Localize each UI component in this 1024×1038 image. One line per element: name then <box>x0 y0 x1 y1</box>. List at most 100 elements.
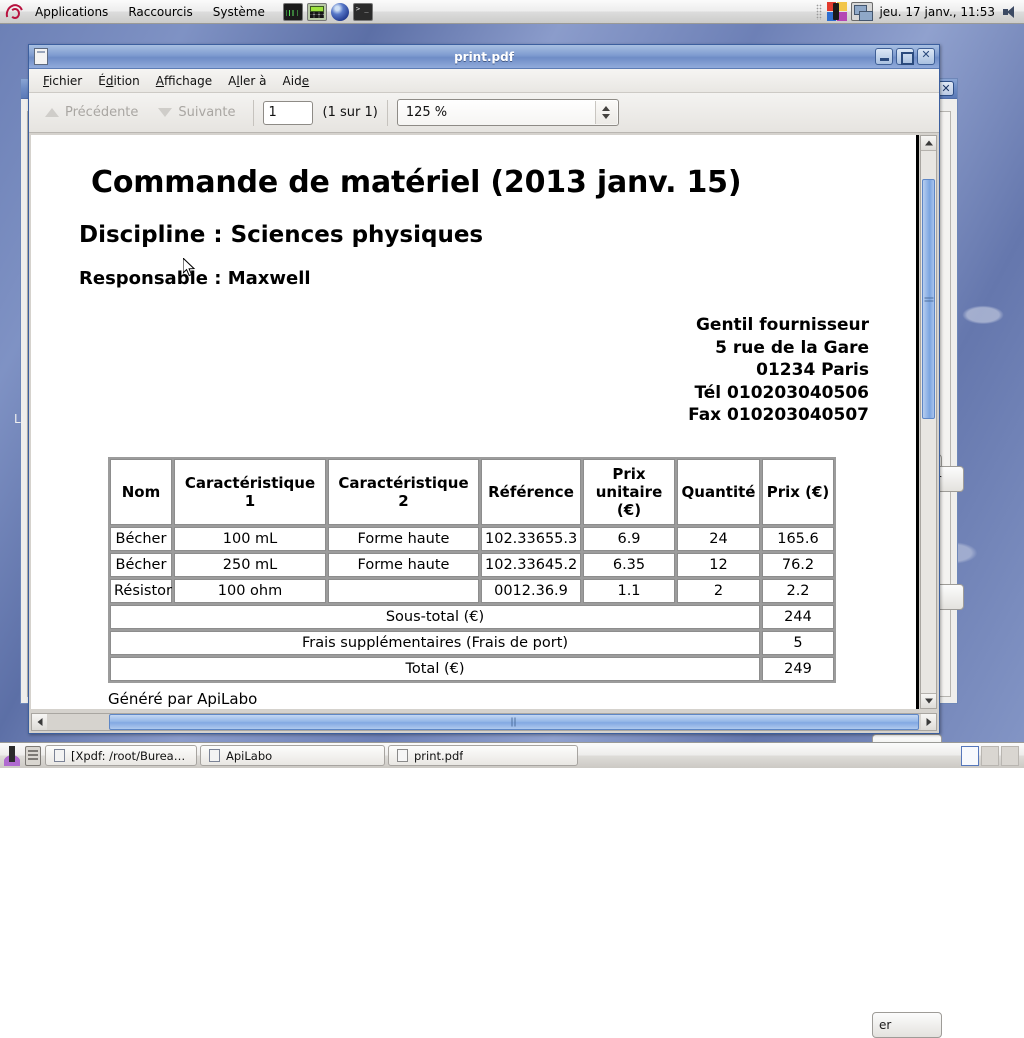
horizontal-scrollbar[interactable] <box>31 713 937 731</box>
horizontal-scroll-track[interactable] <box>47 714 921 730</box>
panel-menu-raccourcis[interactable]: Raccourcis <box>119 2 201 22</box>
cell-prix: 76.2 <box>762 553 834 577</box>
chevron-down-icon[interactable] <box>602 114 610 119</box>
taskbar: [Xpdf: /root/Bureau/L... ApiLabo print.p… <box>0 742 1024 768</box>
menu-affichage[interactable]: Affichage <box>148 71 220 91</box>
cell-pu: 6.35 <box>583 553 675 577</box>
panel-menu-systeme[interactable]: Système <box>204 2 274 22</box>
chevron-up-icon[interactable] <box>602 106 610 111</box>
taskbar-button-printpdf[interactable]: print.pdf <box>388 745 578 766</box>
workspace-2[interactable] <box>981 746 999 766</box>
cell-pu: 1.1 <box>583 579 675 603</box>
taskbar-button-apilabo[interactable]: ApiLabo <box>200 745 385 766</box>
window-icon <box>54 749 65 762</box>
previous-page-button[interactable]: Précédente <box>37 101 146 124</box>
menu-aller-a[interactable]: Aller à <box>220 71 274 91</box>
background-close-button[interactable]: ✕ <box>938 81 954 96</box>
window-titlebar[interactable]: print.pdf <box>29 45 939 69</box>
calculator-icon[interactable] <box>307 3 327 21</box>
summary-row-shipping: Frais supplémentaires (Frais de port) 5 <box>110 631 834 655</box>
taskbar-button-xpdf[interactable]: [Xpdf: /root/Bureau/L... <box>45 745 197 766</box>
cell-ref: 102.33655.3 <box>481 527 581 551</box>
web-browser-icon[interactable] <box>331 3 349 21</box>
document-area: Commande de matériel (2013 janv. 15) Dis… <box>29 133 939 733</box>
panel-tray: jeu. 17 janv., 11:53 <box>816 2 1024 21</box>
network-tray-icon[interactable] <box>851 2 873 21</box>
workspace-3[interactable] <box>1001 746 1019 766</box>
background-button-3[interactable]: er <box>872 1012 942 1038</box>
horizontal-scroll-thumb[interactable] <box>109 714 919 730</box>
xpdf-window[interactable]: print.pdf Fichier Édition Affichage Alle… <box>28 44 940 734</box>
background-left-edge-text: Li <box>14 412 24 426</box>
col-prix: Prix (€) <box>762 459 834 525</box>
supplier-fax: Fax 010203040507 <box>79 404 869 427</box>
panel-clock[interactable]: jeu. 17 janv., 11:53 <box>874 5 1000 19</box>
scroll-left-button[interactable] <box>32 714 47 730</box>
panel-grip[interactable] <box>816 4 822 20</box>
summary-row-subtotal: Sous-total (€) 244 <box>110 605 834 629</box>
close-button[interactable] <box>917 48 935 65</box>
system-monitor-icon[interactable] <box>283 3 303 21</box>
cell-car1: 250 mL <box>174 553 326 577</box>
menu-edition[interactable]: Édition <box>90 71 148 91</box>
taskbar-label-apilabo: ApiLabo <box>226 749 272 763</box>
cell-car2: Forme haute <box>328 527 479 551</box>
next-page-label: Suivante <box>178 105 235 120</box>
debian-logo-icon[interactable] <box>3 2 23 22</box>
total-label: Total (€) <box>110 657 760 681</box>
scroll-down-button[interactable] <box>921 693 936 708</box>
next-page-button[interactable]: Suivante <box>150 101 243 124</box>
volume-tray-icon[interactable] <box>1002 3 1020 21</box>
supplier-city: 01234 Paris <box>79 359 869 382</box>
scroll-right-button[interactable] <box>921 714 936 730</box>
total-value: 249 <box>762 657 834 681</box>
cell-nom: Bécher <box>110 553 172 577</box>
taskbar-label-xpdf: [Xpdf: /root/Bureau/L... <box>71 749 188 763</box>
page-number-input[interactable] <box>263 101 313 125</box>
discipline-heading: Discipline : Sciences physiques <box>79 222 916 248</box>
taskbar-label-printpdf: print.pdf <box>414 749 463 763</box>
menu-aide[interactable]: Aide <box>275 71 318 91</box>
minimize-button[interactable] <box>875 48 893 65</box>
window-title: print.pdf <box>29 50 939 64</box>
previous-page-label: Précédente <box>65 105 138 120</box>
table-row: Bécher 250 mL Forme haute 102.33645.2 6.… <box>110 553 834 577</box>
window-list-icon[interactable] <box>25 746 41 766</box>
document-viewport[interactable]: Commande de matériel (2013 janv. 15) Dis… <box>31 135 919 709</box>
arrow-down-icon <box>158 108 172 117</box>
terminal-icon[interactable] <box>353 3 373 21</box>
toolbar: Précédente Suivante (1 sur 1) 125 % <box>29 93 939 133</box>
supplier-name: Gentil fournisseur <box>79 314 869 337</box>
cell-ref: 102.33645.2 <box>481 553 581 577</box>
page-count-label: (1 sur 1) <box>323 105 378 120</box>
supplier-address-block: Gentil fournisseur 5 rue de la Gare 0123… <box>79 314 869 427</box>
cell-qte: 12 <box>677 553 760 577</box>
shipping-label: Frais supplémentaires (Frais de port) <box>110 631 760 655</box>
show-desktop-icon[interactable] <box>4 746 20 766</box>
vertical-scroll-thumb[interactable] <box>922 179 935 419</box>
cell-nom: Résistor <box>110 579 172 603</box>
zoom-spinner[interactable] <box>595 101 617 124</box>
col-nom: Nom <box>110 459 172 525</box>
zoom-level-combobox[interactable]: 125 % <box>397 99 619 126</box>
cell-qte: 24 <box>677 527 760 551</box>
maximize-button[interactable] <box>896 48 914 65</box>
vertical-scrollbar[interactable] <box>920 135 937 709</box>
menu-fichier[interactable]: Fichier <box>35 71 90 91</box>
arrow-up-icon <box>45 108 59 117</box>
office-suite-tray-icon[interactable] <box>827 2 849 21</box>
window-app-icon <box>34 48 48 65</box>
summary-row-total: Total (€) 249 <box>110 657 834 681</box>
cell-ref: 0012.36.9 <box>481 579 581 603</box>
subtotal-label: Sous-total (€) <box>110 605 760 629</box>
cell-car1: 100 mL <box>174 527 326 551</box>
top-panel: Applications Raccourcis Système jeu. 17 … <box>0 0 1024 24</box>
order-items-table: Nom Caractéristique 1 Caractéristique 2 … <box>108 457 836 683</box>
scroll-up-button[interactable] <box>921 136 936 151</box>
workspace-1[interactable] <box>961 746 979 766</box>
panel-menu-applications[interactable]: Applications <box>26 2 117 22</box>
document-icon <box>397 749 408 762</box>
workspace-switcher <box>961 746 1021 766</box>
responsable-heading: Responsable : Maxwell <box>79 268 916 289</box>
col-caracteristique-1: Caractéristique 1 <box>174 459 326 525</box>
